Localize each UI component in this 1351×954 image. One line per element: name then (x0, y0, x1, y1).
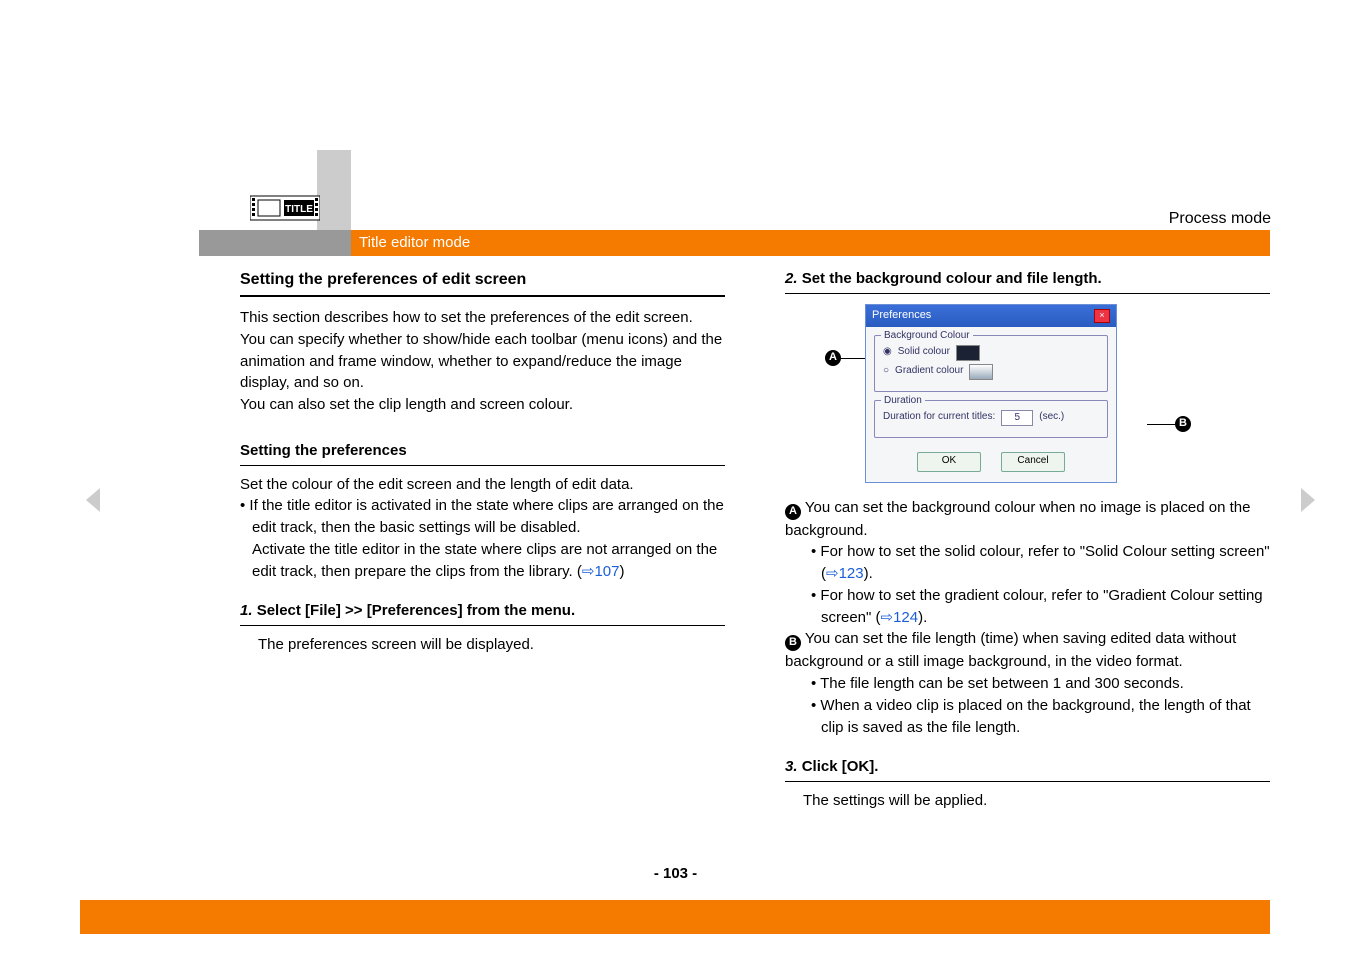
heading-setting-preferences-edit-screen: Setting the preferences of edit screen (240, 268, 725, 291)
note-activate-editor: Activate the title editor in the state w… (252, 539, 725, 583)
radio-solid-icon: ◉ (883, 345, 892, 360)
close-icon: × (1094, 309, 1110, 323)
intro-para-3: You can also set the clip length and scr… (240, 394, 725, 416)
a-sub1-text: • For how to set the solid colour, refer… (811, 543, 1270, 582)
step-2-title: Set the background colour and file lengt… (802, 270, 1102, 287)
left-column: Setting the preferences of edit screen T… (240, 266, 725, 812)
divider (240, 465, 725, 466)
note-text-a: • If the title editor is activated in th… (240, 497, 724, 536)
cancel-button: Cancel (1001, 452, 1065, 472)
step-1-title: Select [File] >> [Preferences] from the … (257, 602, 575, 619)
solid-colour-swatch (956, 345, 980, 361)
ok-button: OK (917, 452, 981, 472)
dialog-titlebar: Preferences × (866, 305, 1116, 327)
link-107[interactable]: ⇨107 (582, 563, 620, 580)
divider (785, 293, 1270, 294)
note-text-c: ) (619, 563, 624, 580)
gradient-colour-swatch (969, 364, 993, 380)
callout-b-desc: B You can set the file length (time) whe… (785, 628, 1270, 673)
radio-solid-label: Solid colour (898, 345, 950, 360)
step-1-number: 1. (240, 602, 253, 619)
step-2: 2. Set the background colour and file le… (785, 268, 1270, 290)
step-1-body: The preferences screen will be displayed… (258, 634, 725, 656)
radio-gradient-label: Gradient colour (895, 364, 963, 379)
a-sub2-text: • For how to set the gradient colour, re… (811, 587, 1263, 626)
duration-value: 5 (1001, 410, 1033, 426)
next-page-arrow[interactable] (1301, 488, 1315, 512)
callout-b-text: You can set the file length (time) when … (785, 630, 1236, 670)
callout-a-sub1: • For how to set the solid colour, refer… (821, 541, 1270, 585)
page-number: - 103 - (0, 865, 1351, 882)
divider (785, 781, 1270, 782)
title-filmstrip-icon: TITLE (250, 190, 320, 226)
divider (240, 295, 725, 297)
title-icon-text: TITLE (285, 204, 313, 215)
header-grey-block (317, 150, 351, 230)
callout-a-sub2: • For how to set the gradient colour, re… (821, 585, 1270, 629)
callout-b-icon: B (1175, 416, 1191, 432)
title-editor-bar: Title editor mode (199, 230, 1270, 256)
duration-legend: Duration (881, 394, 925, 409)
step-3-body: The settings will be applied. (803, 790, 1270, 812)
duration-group: Duration Duration for current titles: 5 … (874, 400, 1108, 438)
note-editor-state: • If the title editor is activated in th… (252, 495, 725, 539)
callout-a-badge: A (785, 504, 801, 520)
a-sub2-suffix: ). (918, 609, 927, 626)
callout-a-text: You can set the background colour when n… (785, 499, 1251, 539)
process-mode-label: Process mode (1169, 210, 1271, 228)
divider (240, 625, 725, 626)
preferences-dialog: Preferences × Background Colour ◉ Solid … (865, 304, 1117, 483)
preferences-dialog-illustration: A Preferences × Background Colour ◉ Soli… (825, 304, 1155, 483)
duration-unit: (sec.) (1039, 410, 1064, 425)
setting-pref-desc: Set the colour of the edit screen and th… (240, 474, 725, 496)
intro-para-1: This section describes how to set the pr… (240, 307, 725, 329)
background-colour-group: Background Colour ◉ Solid colour ○ Gradi… (874, 335, 1108, 392)
bar-grey-segment (199, 230, 351, 256)
callout-b-line (1147, 424, 1175, 425)
prev-page-arrow[interactable] (86, 488, 100, 512)
callout-b-sub1: • The file length can be set between 1 a… (821, 673, 1270, 695)
dialog-title-text: Preferences (872, 308, 931, 324)
title-editor-mode-label: Title editor mode (359, 230, 470, 256)
step-1: 1. Select [File] >> [Preferences] from t… (240, 600, 725, 622)
heading-setting-preferences: Setting the preferences (240, 440, 725, 462)
bg-colour-legend: Background Colour (881, 329, 973, 344)
callout-a-icon: A (825, 350, 841, 366)
callout-b-sub2: • When a video clip is placed on the bac… (821, 695, 1270, 739)
right-column: 2. Set the background colour and file le… (785, 266, 1270, 812)
step-3-title: Click [OK]. (802, 758, 879, 775)
step-2-number: 2. (785, 270, 798, 287)
link-123[interactable]: ⇨123 (826, 565, 864, 582)
step-3: 3. Click [OK]. (785, 756, 1270, 778)
radio-gradient-icon: ○ (883, 364, 889, 379)
callout-a-desc: A You can set the background colour when… (785, 497, 1270, 542)
step-3-number: 3. (785, 758, 798, 775)
footer-orange-bar (80, 900, 1270, 934)
note-text-b: Activate the title editor in the state w… (252, 541, 717, 580)
a-sub1-suffix: ). (864, 565, 873, 582)
intro-para-2: You can specify whether to show/hide eac… (240, 329, 725, 394)
callout-b-badge: B (785, 635, 801, 651)
link-124[interactable]: ⇨124 (881, 609, 919, 626)
duration-label: Duration for current titles: (883, 410, 995, 425)
